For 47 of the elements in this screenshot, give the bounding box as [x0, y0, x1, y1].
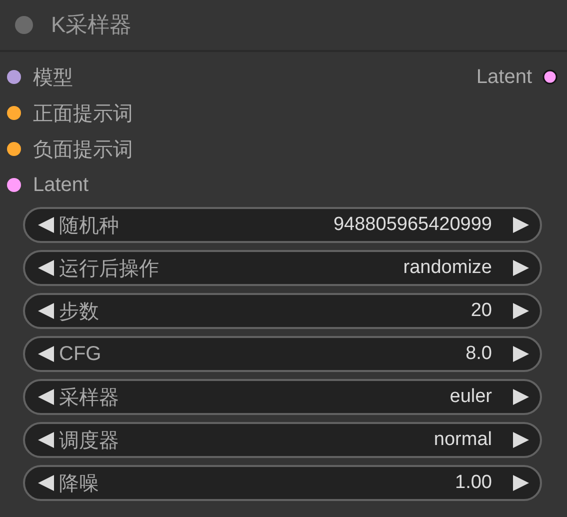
value-stepper[interactable]: 调度器 normal — [23, 422, 542, 458]
widget-label: 采样器 — [59, 386, 120, 410]
widget-label: 步数 — [59, 300, 100, 324]
status-dot-icon — [14, 15, 34, 35]
increment-arrow-icon[interactable] — [512, 431, 530, 449]
widget-label: 随机种 — [59, 214, 120, 238]
increment-arrow-icon[interactable] — [512, 388, 530, 406]
input-slot-dot[interactable] — [7, 142, 21, 156]
widget-value: randomize — [403, 257, 492, 279]
output-label: Latent — [476, 66, 532, 88]
decrement-arrow-icon[interactable] — [37, 474, 55, 492]
value-stepper[interactable]: 采样器 euler — [23, 379, 542, 415]
increment-arrow-icon[interactable] — [512, 302, 530, 320]
widget-label: 调度器 — [59, 428, 120, 454]
input-label: Latent — [33, 174, 89, 196]
widget-value: 948805965420999 — [333, 214, 492, 236]
value-stepper[interactable]: 降噪 1.00 — [23, 465, 542, 501]
widget-label: 运行后操作 — [59, 256, 160, 282]
decrement-arrow-icon[interactable] — [37, 345, 55, 363]
input-label: 模型 — [33, 66, 73, 90]
decrement-arrow-icon[interactable] — [37, 388, 55, 406]
widget-value: euler — [450, 386, 492, 408]
increment-arrow-icon[interactable] — [512, 345, 530, 363]
widget-value: 20 — [470, 300, 492, 322]
output-slot-dot[interactable] — [542, 69, 558, 85]
input-label: 负面提示词 — [33, 138, 133, 162]
decrement-arrow-icon[interactable] — [37, 259, 55, 277]
increment-arrow-icon[interactable] — [512, 216, 530, 234]
value-stepper[interactable]: 步数 20 — [23, 293, 542, 329]
input-slot-dot[interactable] — [7, 106, 21, 120]
decrement-arrow-icon[interactable] — [37, 431, 55, 449]
value-stepper[interactable]: 运行后操作 randomize — [23, 250, 542, 286]
increment-arrow-icon[interactable] — [512, 259, 530, 277]
input-slot-dot[interactable] — [7, 178, 21, 192]
input-slot-dot[interactable] — [7, 70, 21, 84]
widget-label: CFG — [59, 342, 102, 366]
input-label: 正面提示词 — [33, 102, 133, 126]
widget-value: 8.0 — [466, 343, 492, 365]
widget-label: 降噪 — [59, 472, 100, 496]
decrement-arrow-icon[interactable] — [37, 216, 55, 234]
value-stepper[interactable]: 随机种 948805965420999 — [23, 207, 542, 243]
decrement-arrow-icon[interactable] — [37, 302, 55, 320]
increment-arrow-icon[interactable] — [512, 474, 530, 492]
widget-value: 1.00 — [455, 472, 492, 494]
node-title: K采样器 — [51, 11, 132, 39]
value-stepper[interactable]: CFG 8.0 — [23, 336, 542, 372]
widget-value: normal — [434, 429, 492, 451]
